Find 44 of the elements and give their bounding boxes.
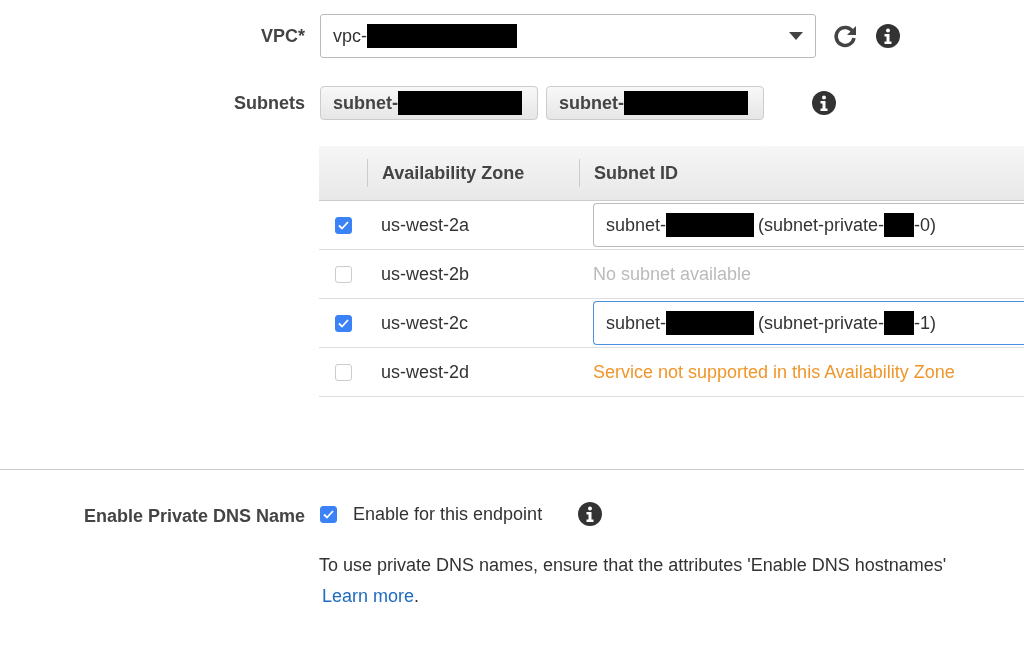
checkbox[interactable] bbox=[334, 216, 352, 234]
value-text: vpc- bbox=[333, 25, 367, 47]
checkmark-icon bbox=[337, 220, 349, 230]
caret-icon bbox=[789, 32, 803, 40]
vpc-label: VPC* bbox=[260, 25, 306, 47]
redaction-mark bbox=[884, 311, 915, 335]
info-icon[interactable] bbox=[812, 91, 836, 115]
value-text: -1) bbox=[914, 312, 937, 334]
description-text: To use private DNS names, ensure that the attributes 'Enable DNS hostnames' bbox=[319, 555, 948, 576]
checkbox[interactable] bbox=[334, 363, 352, 381]
checkbox[interactable] bbox=[334, 314, 352, 332]
zone-cell-text: us-west-2d bbox=[380, 361, 471, 383]
period-text: . bbox=[414, 586, 420, 606]
zone-cell-text: us-west-2c bbox=[380, 312, 470, 334]
redaction-mark bbox=[884, 213, 915, 237]
vpc-select[interactable]: vpc- bbox=[320, 14, 816, 58]
zone-cell-text: us-west-2b bbox=[380, 263, 471, 285]
subnet-field[interactable]: subnet- (subnet-private- -1) bbox=[593, 301, 1024, 345]
subnets-label: Subnets bbox=[233, 92, 306, 114]
value-text: -0) bbox=[914, 214, 937, 236]
subnet-field[interactable]: subnet- (subnet-private- -0) bbox=[593, 203, 1024, 247]
subnet-token[interactable]: subnet- bbox=[320, 86, 538, 120]
value-text: (subnet-private- bbox=[758, 214, 885, 236]
warning-text: Service not supported in this Availability Zone bbox=[593, 361, 955, 382]
column-header: Availability Zone bbox=[367, 159, 579, 187]
checkbox[interactable] bbox=[334, 265, 352, 283]
value-text: subnet- bbox=[606, 214, 667, 236]
checkmark-icon bbox=[323, 509, 334, 519]
checkmark-icon bbox=[337, 318, 349, 328]
value-text: subnet- bbox=[559, 92, 624, 114]
refresh-icon[interactable] bbox=[832, 23, 858, 49]
note-text: No subnet available bbox=[593, 263, 752, 284]
value-text: subnet- bbox=[606, 312, 667, 334]
learn-more-link[interactable]: Learn more bbox=[322, 586, 415, 606]
value-text: (subnet-private- bbox=[758, 312, 885, 334]
column-header: Subnet ID bbox=[579, 159, 1024, 187]
dns-label: Enable Private DNS Name bbox=[82, 506, 306, 527]
info-icon[interactable] bbox=[578, 502, 603, 526]
option-label: Enable for this endpoint bbox=[353, 503, 543, 525]
value-text: subnet- bbox=[333, 92, 398, 114]
zone-cell-text: us-west-2a bbox=[380, 214, 471, 236]
info-icon[interactable] bbox=[876, 24, 900, 48]
dns-checkbox[interactable] bbox=[320, 505, 337, 523]
subnet-token[interactable]: subnet- bbox=[546, 86, 764, 120]
